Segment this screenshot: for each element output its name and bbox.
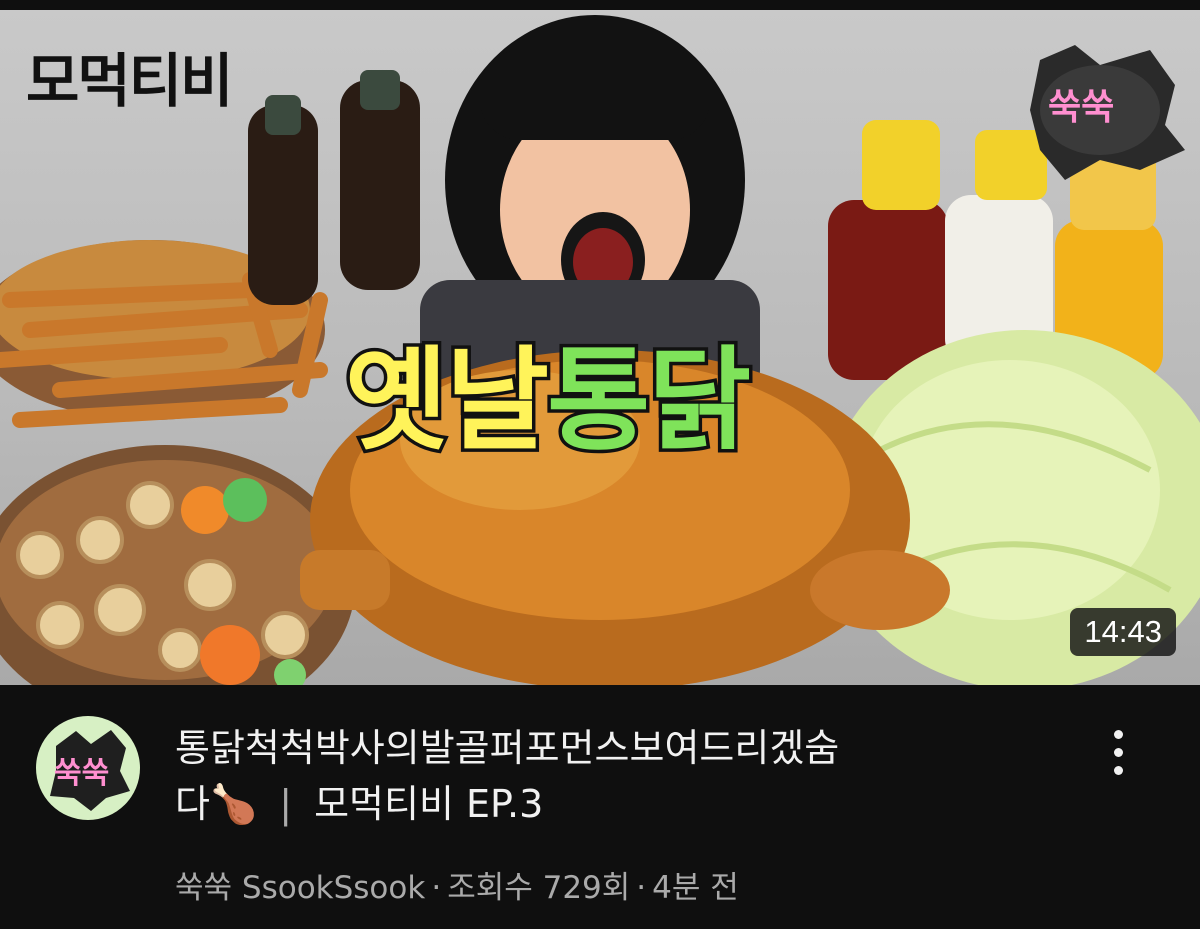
thumbnail-channel-logo: 모먹티비 (26, 47, 233, 115)
avatar-text: 쑥쑥 (54, 756, 110, 791)
video-metadata: 쑥쑥 SsookSsook · 조회수 729회 · 4분 전 (175, 862, 739, 907)
title-separator: | (279, 782, 293, 826)
channel-avatar[interactable]: 쑥쑥 (36, 716, 140, 820)
thumbnail-headline-part1: 옛날 (341, 333, 552, 470)
video-title-line2-end: 모먹티비 EP.3 (314, 782, 544, 826)
duration-badge: 14:43 (1070, 608, 1176, 656)
meta-separator: · (636, 870, 647, 906)
video-title-line2: 다🍗 | 모먹티비 EP.3 (175, 776, 1075, 832)
top-strip (0, 0, 1200, 10)
thumbnail-sticker-text: 쑥쑥 (1048, 87, 1115, 128)
more-options-button[interactable] (1096, 730, 1140, 790)
meta-separator: · (431, 870, 442, 906)
channel-name[interactable]: 쑥쑥 SsookSsook (175, 870, 425, 906)
more-vert-icon (1096, 730, 1140, 775)
view-count: 조회수 729회 (447, 870, 631, 906)
thumbnail-headline: 옛날통닭 (341, 310, 755, 472)
video-thumbnail[interactable]: 모먹티비 옛날통닭 쑥쑥 14:43 (0, 10, 1200, 685)
video-title-line1: 통닭척척박사의발골퍼포먼스보여드리겠숨 (175, 726, 840, 770)
thumbnail-headline-part2: 통닭 (544, 333, 755, 470)
upload-time: 4분 전 (652, 870, 739, 906)
video-title-line2-start: 다🍗 (175, 782, 258, 826)
video-title[interactable]: 통닭척척박사의발골퍼포먼스보여드리겠숨 다🍗 | 모먹티비 EP.3 (175, 720, 1075, 832)
